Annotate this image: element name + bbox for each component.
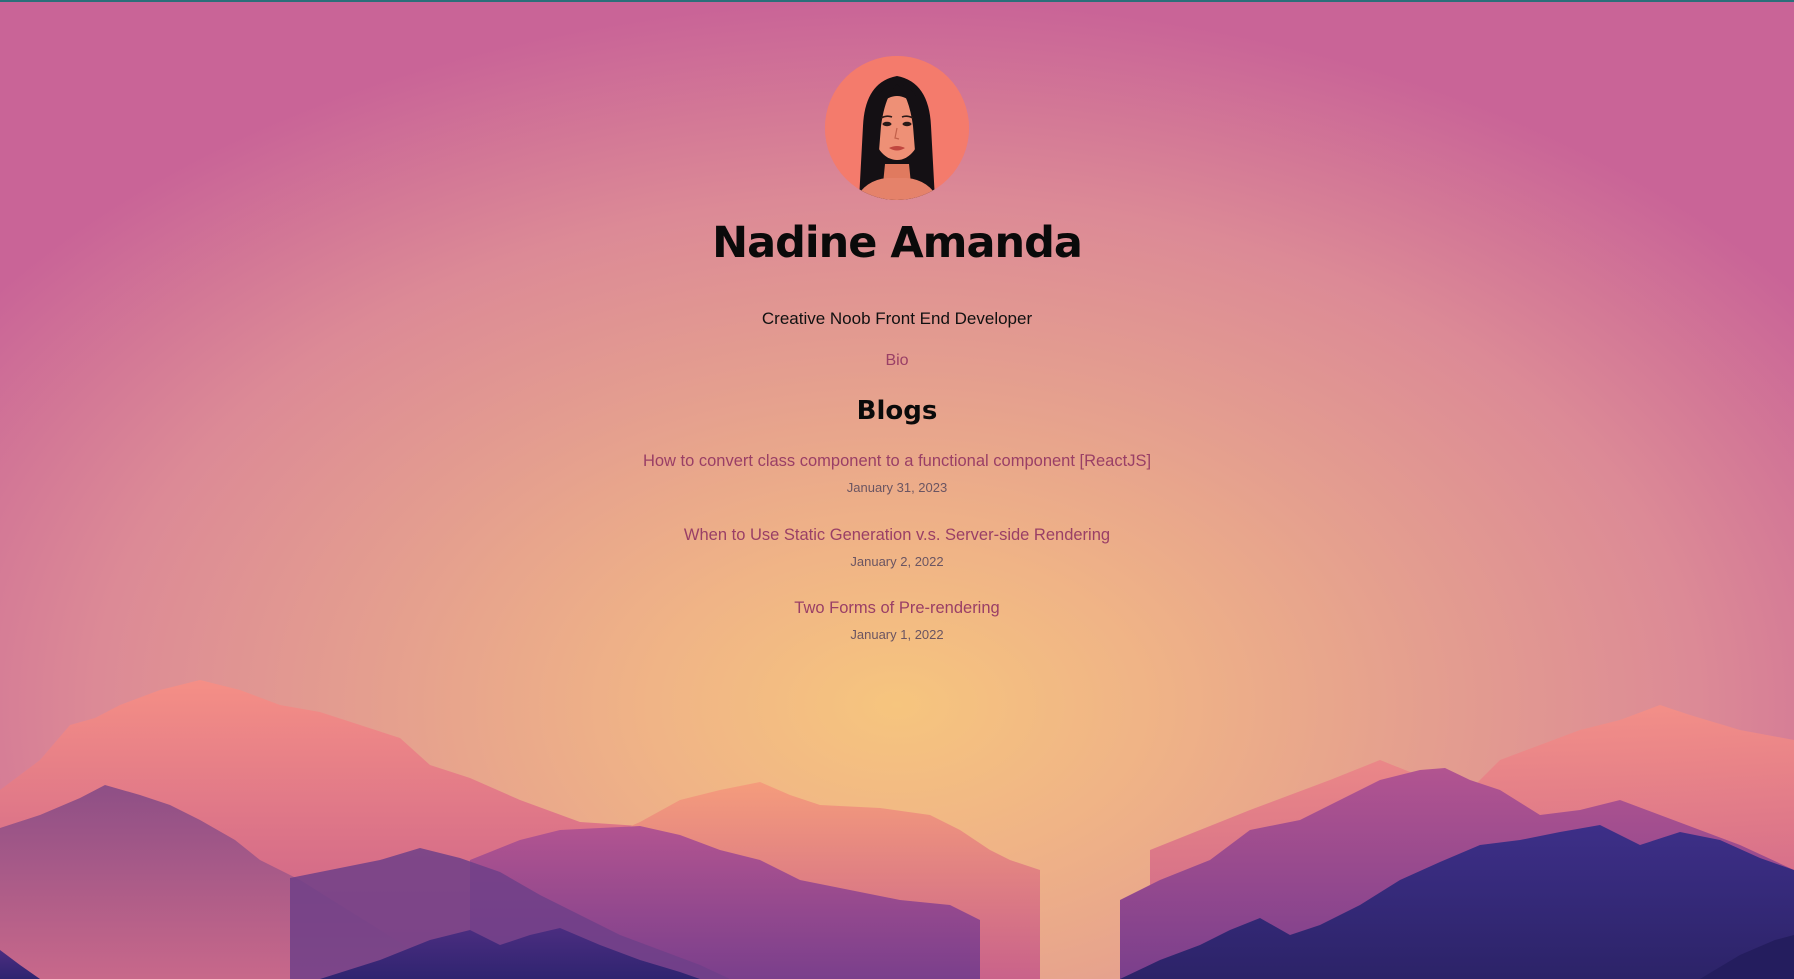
blog-post-item: When to Use Static Generation v.s. Serve… <box>0 526 1794 569</box>
blog-post-link[interactable]: Two Forms of Pre-rendering <box>794 599 999 617</box>
profile-name: Nadine Amanda <box>712 218 1083 268</box>
blog-post-link[interactable]: When to Use Static Generation v.s. Serve… <box>684 526 1110 544</box>
profile-avatar <box>825 56 969 200</box>
blog-post-date: January 31, 2023 <box>846 480 948 495</box>
blogs-heading: Blogs <box>856 396 938 426</box>
blog-post-date: January 1, 2022 <box>850 627 944 642</box>
bio-link[interactable]: Bio <box>0 352 1794 370</box>
blog-post-date: January 2, 2022 <box>850 554 944 569</box>
profile-tagline: Creative Noob Front End Developer <box>761 309 1033 328</box>
blog-post-item: Two Forms of Pre-rendering January 1, 20… <box>0 599 1794 642</box>
avatar-portrait-icon <box>825 56 969 200</box>
blog-post-item: How to convert class component to a func… <box>0 452 1794 495</box>
blog-post-link[interactable]: How to convert class component to a func… <box>643 452 1151 470</box>
